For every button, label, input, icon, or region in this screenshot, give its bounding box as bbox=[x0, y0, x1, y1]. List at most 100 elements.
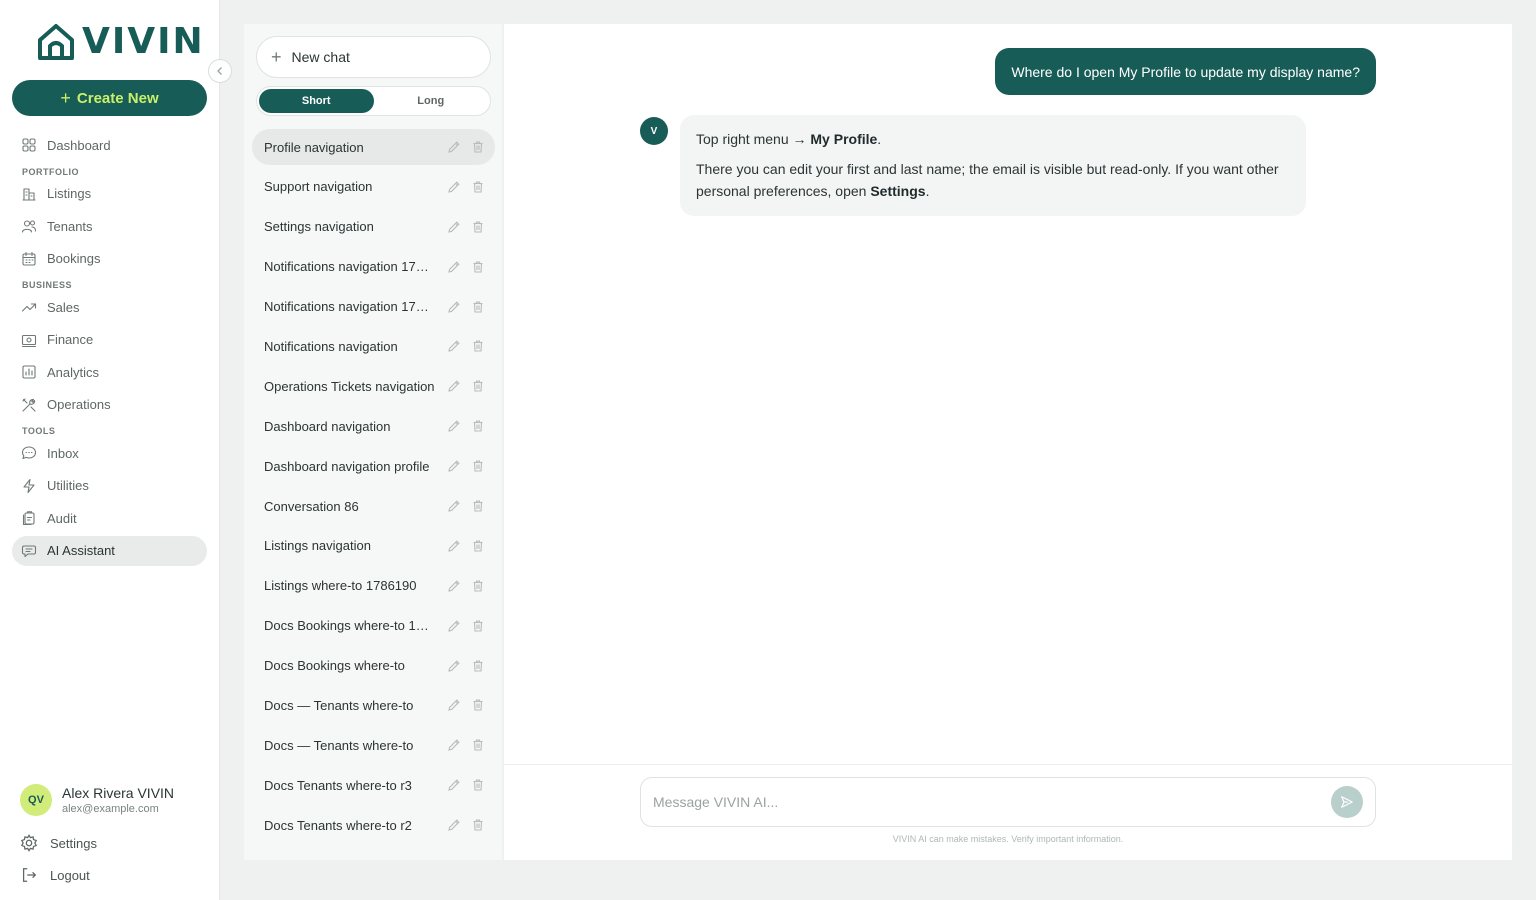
trash-icon[interactable] bbox=[471, 579, 485, 593]
chat-actions bbox=[447, 140, 485, 154]
assistant-avatar: V bbox=[640, 117, 668, 145]
sidebar-item-analytics[interactable]: Analytics bbox=[12, 357, 207, 387]
trash-icon[interactable] bbox=[471, 698, 485, 712]
trash-icon[interactable] bbox=[471, 419, 485, 433]
sidebar-item-tenants[interactable]: Tenants bbox=[12, 211, 207, 241]
sidebar-item-sales[interactable]: Sales bbox=[12, 292, 207, 322]
chat-list-item[interactable]: Conversation 86 bbox=[252, 488, 495, 524]
chat-list-item[interactable]: Docs Tenants where-to r3 bbox=[252, 767, 495, 803]
chat-actions bbox=[447, 778, 485, 792]
sidebar-item-label: Inbox bbox=[47, 445, 79, 461]
chat-list-item[interactable]: Support navigation bbox=[252, 169, 495, 205]
sidebar-item-label: Listings bbox=[47, 186, 92, 201]
sidebar-item-bookings[interactable]: Bookings bbox=[12, 244, 207, 274]
sidebar-item-label: Audit bbox=[47, 510, 77, 526]
logout-link[interactable]: Logout bbox=[20, 866, 90, 884]
chat-list-item[interactable]: Docs Tenants where-to r2 bbox=[252, 807, 495, 843]
chat-list-item[interactable]: Docs Bookings where-to 1786190 bbox=[252, 608, 495, 644]
trash-icon[interactable] bbox=[471, 778, 485, 792]
chat-list-item[interactable]: Notifications navigation 1786189 bbox=[252, 289, 495, 325]
pencil-icon[interactable] bbox=[447, 379, 461, 393]
chat-list-item[interactable]: Operations Tickets navigation bbox=[252, 368, 495, 404]
chat-bubble-icon bbox=[21, 446, 37, 460]
chat-actions bbox=[447, 339, 485, 353]
trash-icon[interactable] bbox=[471, 180, 485, 194]
message-composer bbox=[640, 777, 1376, 827]
sidebar-item-listings[interactable]: Listings bbox=[12, 179, 207, 209]
assistant-message-line: There you can edit your first and last n… bbox=[696, 161, 1279, 199]
pencil-icon[interactable] bbox=[447, 140, 461, 154]
toggle-short[interactable]: Short bbox=[259, 89, 374, 113]
new-chat-button[interactable]: + New chat bbox=[256, 36, 491, 78]
trash-icon[interactable] bbox=[471, 539, 485, 553]
sidebar-item-dashboard[interactable]: Dashboard bbox=[12, 130, 207, 160]
chat-list-item[interactable]: Notifications navigation 1786190 bbox=[252, 249, 495, 285]
pencil-icon[interactable] bbox=[447, 260, 461, 274]
trash-icon[interactable] bbox=[471, 619, 485, 633]
toggle-long[interactable]: Long bbox=[374, 89, 489, 113]
chat-actions bbox=[447, 220, 485, 234]
chat-list-item[interactable]: Dashboard navigation profile bbox=[252, 448, 495, 484]
pencil-icon[interactable] bbox=[447, 698, 461, 712]
create-new-button[interactable]: + Create New bbox=[12, 80, 207, 116]
chat-title: Notifications navigation bbox=[264, 338, 398, 354]
chat-actions bbox=[447, 300, 485, 314]
sidebar-item-label: Tenants bbox=[47, 218, 93, 234]
send-button[interactable] bbox=[1331, 786, 1363, 818]
chevron-left-icon bbox=[217, 67, 222, 75]
chat-list-item[interactable]: Listings where-to 1786190 bbox=[252, 568, 495, 604]
chat-list-item[interactable]: Docs Bookings where-to bbox=[252, 648, 495, 684]
pencil-icon[interactable] bbox=[447, 499, 461, 513]
pencil-icon[interactable] bbox=[447, 659, 461, 673]
pencil-icon[interactable] bbox=[447, 300, 461, 314]
pencil-icon[interactable] bbox=[447, 419, 461, 433]
chat-actions bbox=[447, 818, 485, 832]
trash-icon[interactable] bbox=[471, 818, 485, 832]
pencil-icon[interactable] bbox=[447, 818, 461, 832]
pencil-icon[interactable] bbox=[447, 619, 461, 633]
pencil-icon[interactable] bbox=[447, 180, 461, 194]
pencil-icon[interactable] bbox=[447, 738, 461, 752]
sidebar-item-audit[interactable]: Audit bbox=[12, 503, 207, 533]
pencil-icon[interactable] bbox=[447, 220, 461, 234]
settings-link[interactable]: Settings bbox=[20, 834, 97, 852]
pencil-icon[interactable] bbox=[447, 539, 461, 553]
nav-section-business: BUSINESS bbox=[22, 280, 73, 290]
chat-list-item[interactable]: Docs — Tenants where-to bbox=[252, 727, 495, 763]
sidebar-item-ai-assistant[interactable]: AI Assistant bbox=[12, 535, 207, 566]
sidebar-item-operations[interactable]: Operations bbox=[12, 390, 207, 420]
chat-actions bbox=[447, 698, 485, 712]
trash-icon[interactable] bbox=[471, 339, 485, 353]
collapse-sidebar-button[interactable] bbox=[208, 59, 232, 83]
sidebar-item-finance[interactable]: Finance bbox=[12, 325, 207, 355]
sidebar-item-inbox[interactable]: Inbox bbox=[12, 438, 207, 468]
pencil-icon[interactable] bbox=[447, 339, 461, 353]
trash-icon[interactable] bbox=[471, 459, 485, 473]
chat-title: Support navigation bbox=[264, 179, 373, 195]
chat-list-item[interactable]: Settings navigation bbox=[252, 209, 495, 245]
trash-icon[interactable] bbox=[471, 738, 485, 752]
chat-list-item[interactable]: Dashboard navigation bbox=[252, 408, 495, 444]
chat-list-item[interactable]: Notifications navigation bbox=[252, 328, 495, 364]
trash-icon[interactable] bbox=[471, 260, 485, 274]
logo[interactable]: VIVIN bbox=[36, 20, 205, 64]
trash-icon[interactable] bbox=[471, 140, 485, 154]
create-new-label: Create New bbox=[76, 89, 159, 107]
message-input[interactable] bbox=[653, 794, 1331, 810]
trash-icon[interactable] bbox=[471, 659, 485, 673]
chat-title: Conversation 86 bbox=[264, 498, 359, 514]
pencil-icon[interactable] bbox=[447, 579, 461, 593]
trash-icon[interactable] bbox=[471, 499, 485, 513]
pencil-icon[interactable] bbox=[447, 459, 461, 473]
chat-actions bbox=[447, 379, 485, 393]
chat-list-item[interactable]: Profile navigation bbox=[252, 129, 495, 165]
pencil-icon[interactable] bbox=[447, 778, 461, 792]
chat-list-item[interactable]: Docs — Tenants where-to bbox=[252, 687, 495, 723]
chat-title: Notifications navigation 1786190 bbox=[264, 259, 447, 275]
trash-icon[interactable] bbox=[471, 379, 485, 393]
user-profile[interactable]: QV Alex Rivera VIVIN alex@example.com bbox=[20, 784, 174, 816]
chat-list-item[interactable]: Listings navigation bbox=[252, 528, 495, 564]
sidebar-item-utilities[interactable]: Utilities bbox=[12, 471, 207, 501]
trash-icon[interactable] bbox=[471, 220, 485, 234]
trash-icon[interactable] bbox=[471, 300, 485, 314]
